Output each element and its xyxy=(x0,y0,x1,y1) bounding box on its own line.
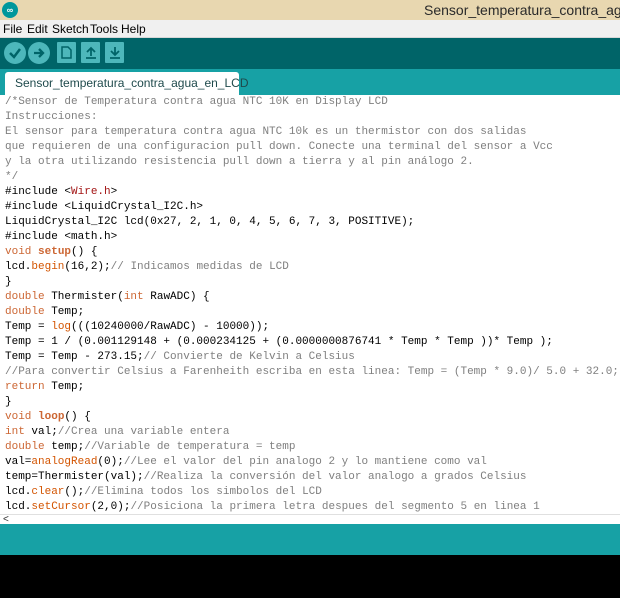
code-line: return Temp; xyxy=(5,381,85,393)
verify-icon xyxy=(9,48,21,59)
toolbar xyxy=(0,38,620,69)
code-line: lcd.begin(16,2);// Indicamos medidas de … xyxy=(5,261,289,273)
tab-strip: Sensor_temperatura_contra_agua_en_LCD xyxy=(0,69,620,95)
title-bar: ∞ Sensor_temperatura_contra_agua_en_LCD … xyxy=(0,0,620,20)
code-editor[interactable]: /*Sensor de Temperatura contra agua NTC … xyxy=(0,95,620,514)
menu-tools[interactable]: Tools xyxy=(90,22,118,36)
horizontal-scrollbar[interactable]: < xyxy=(0,514,620,525)
new-button[interactable] xyxy=(57,42,76,63)
upload-icon xyxy=(34,48,45,58)
menu-sketch[interactable]: Sketch xyxy=(52,22,89,36)
arduino-logo-icon: ∞ xyxy=(2,2,18,18)
menu-bar: File Edit Sketch Tools Help xyxy=(0,20,620,38)
tab-sketch[interactable]: Sensor_temperatura_contra_agua_en_LCD xyxy=(5,72,249,95)
new-icon xyxy=(61,46,72,59)
open-icon xyxy=(85,46,96,59)
menu-file[interactable]: File xyxy=(3,22,22,36)
save-icon xyxy=(109,47,120,59)
code-line: y la otra utilizando resistencia pull do… xyxy=(5,156,474,168)
open-button[interactable] xyxy=(81,42,100,63)
upload-button[interactable] xyxy=(28,42,50,64)
window-title: Sensor_temperatura_contra_agua_en_LCD | … xyxy=(424,2,620,18)
code-line: //Para convertir Celsius a Farenheith es… xyxy=(5,366,619,378)
console-output xyxy=(0,555,620,598)
status-bar xyxy=(0,524,620,555)
verify-button[interactable] xyxy=(4,42,26,64)
code-line: lcd.setCursor(2,0);//Posiciona la primer… xyxy=(5,501,540,513)
save-button[interactable] xyxy=(105,42,124,63)
menu-help[interactable]: Help xyxy=(121,22,146,36)
menu-edit[interactable]: Edit xyxy=(27,22,48,36)
